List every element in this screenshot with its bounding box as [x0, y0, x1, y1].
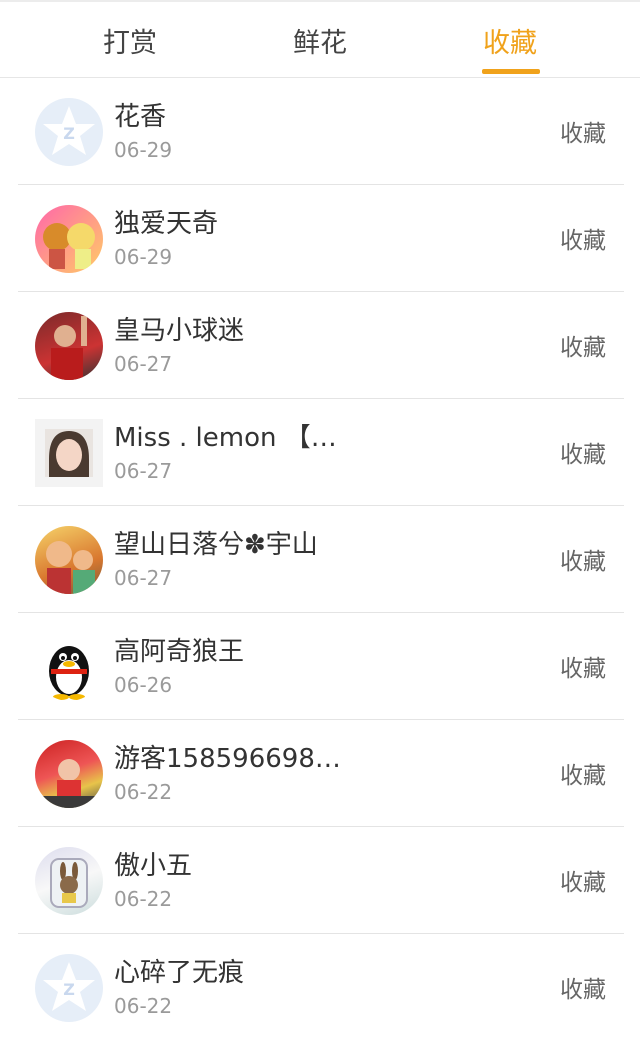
qzone-star-avatar[interactable]: Z: [35, 954, 103, 1022]
favorite-date: 06-27: [114, 352, 173, 376]
girl-photo-avatar[interactable]: [35, 419, 103, 487]
user-name: 花香: [114, 102, 167, 132]
list-item[interactable]: 傲小五 06-22 收藏: [18, 827, 624, 934]
list-item[interactable]: 游客158596698… 06-22 收藏: [18, 720, 624, 827]
list-item[interactable]: Miss . lemon 【… 06-27 收藏: [18, 399, 624, 506]
favorite-action[interactable]: 收藏: [560, 78, 606, 184]
svg-text:Z: Z: [63, 980, 75, 999]
list-item[interactable]: Z 心碎了无痕 06-22 收藏: [18, 934, 624, 1041]
favorite-date: 06-22: [114, 887, 173, 911]
favorites-list: Z 花香 06-29 收藏 独爱天奇 06-29 收藏 皇马小球迷 06-27 …: [0, 78, 640, 1041]
favorite-action[interactable]: 收藏: [560, 292, 606, 398]
favorite-date: 06-29: [114, 138, 173, 162]
favorite-date: 06-26: [114, 673, 173, 697]
favorite-action[interactable]: 收藏: [560, 613, 606, 719]
child-photo-avatar[interactable]: [35, 740, 103, 808]
user-name: 游客158596698…: [114, 744, 341, 774]
favorite-date: 06-22: [114, 994, 173, 1018]
list-item[interactable]: Z 花香 06-29 收藏: [18, 78, 624, 185]
tab-flowers[interactable]: 鲜花: [250, 2, 390, 78]
favorite-date: 06-27: [114, 566, 173, 590]
tab-favorites[interactable]: 收藏: [440, 2, 580, 78]
favorite-action[interactable]: 收藏: [560, 506, 606, 612]
favorite-action[interactable]: 收藏: [560, 934, 606, 1040]
user-name: 傲小五: [114, 851, 193, 881]
soccer-player-avatar[interactable]: [35, 312, 103, 380]
user-name: Miss . lemon 【…: [114, 423, 337, 453]
favorite-date: 06-29: [114, 245, 173, 269]
list-item[interactable]: 皇马小球迷 06-27 收藏: [18, 292, 624, 399]
qzone-star-avatar[interactable]: Z: [35, 98, 103, 166]
svg-text:Z: Z: [63, 124, 75, 143]
user-name: 望山日落兮✽宇山: [114, 530, 318, 560]
user-name: 心碎了无痕: [114, 958, 245, 988]
list-item[interactable]: 高阿奇狼王 06-26 收藏: [18, 613, 624, 720]
cartoon-kiss-avatar[interactable]: [35, 205, 103, 273]
list-item[interactable]: 独爱天奇 06-29 收藏: [18, 185, 624, 292]
favorite-action[interactable]: 收藏: [560, 185, 606, 291]
user-name: 皇马小球迷: [114, 316, 245, 346]
list-item[interactable]: 望山日落兮✽宇山 06-27 收藏: [18, 506, 624, 613]
active-tab-indicator: [482, 69, 540, 74]
cartoon-family-avatar[interactable]: [35, 526, 103, 594]
favorite-date: 06-27: [114, 459, 173, 483]
user-name: 高阿奇狼王: [114, 637, 245, 667]
favorite-action[interactable]: 收藏: [560, 399, 606, 505]
tab-reward[interactable]: 打赏: [60, 2, 200, 78]
favorite-action[interactable]: 收藏: [560, 827, 606, 933]
rabbit-jar-avatar[interactable]: [35, 847, 103, 915]
qq-penguin-avatar[interactable]: [35, 633, 103, 701]
user-name: 独爱天奇: [114, 209, 219, 239]
favorite-date: 06-22: [114, 780, 173, 804]
tab-bar: 打赏 鲜花 收藏: [0, 2, 640, 78]
favorite-action[interactable]: 收藏: [560, 720, 606, 826]
